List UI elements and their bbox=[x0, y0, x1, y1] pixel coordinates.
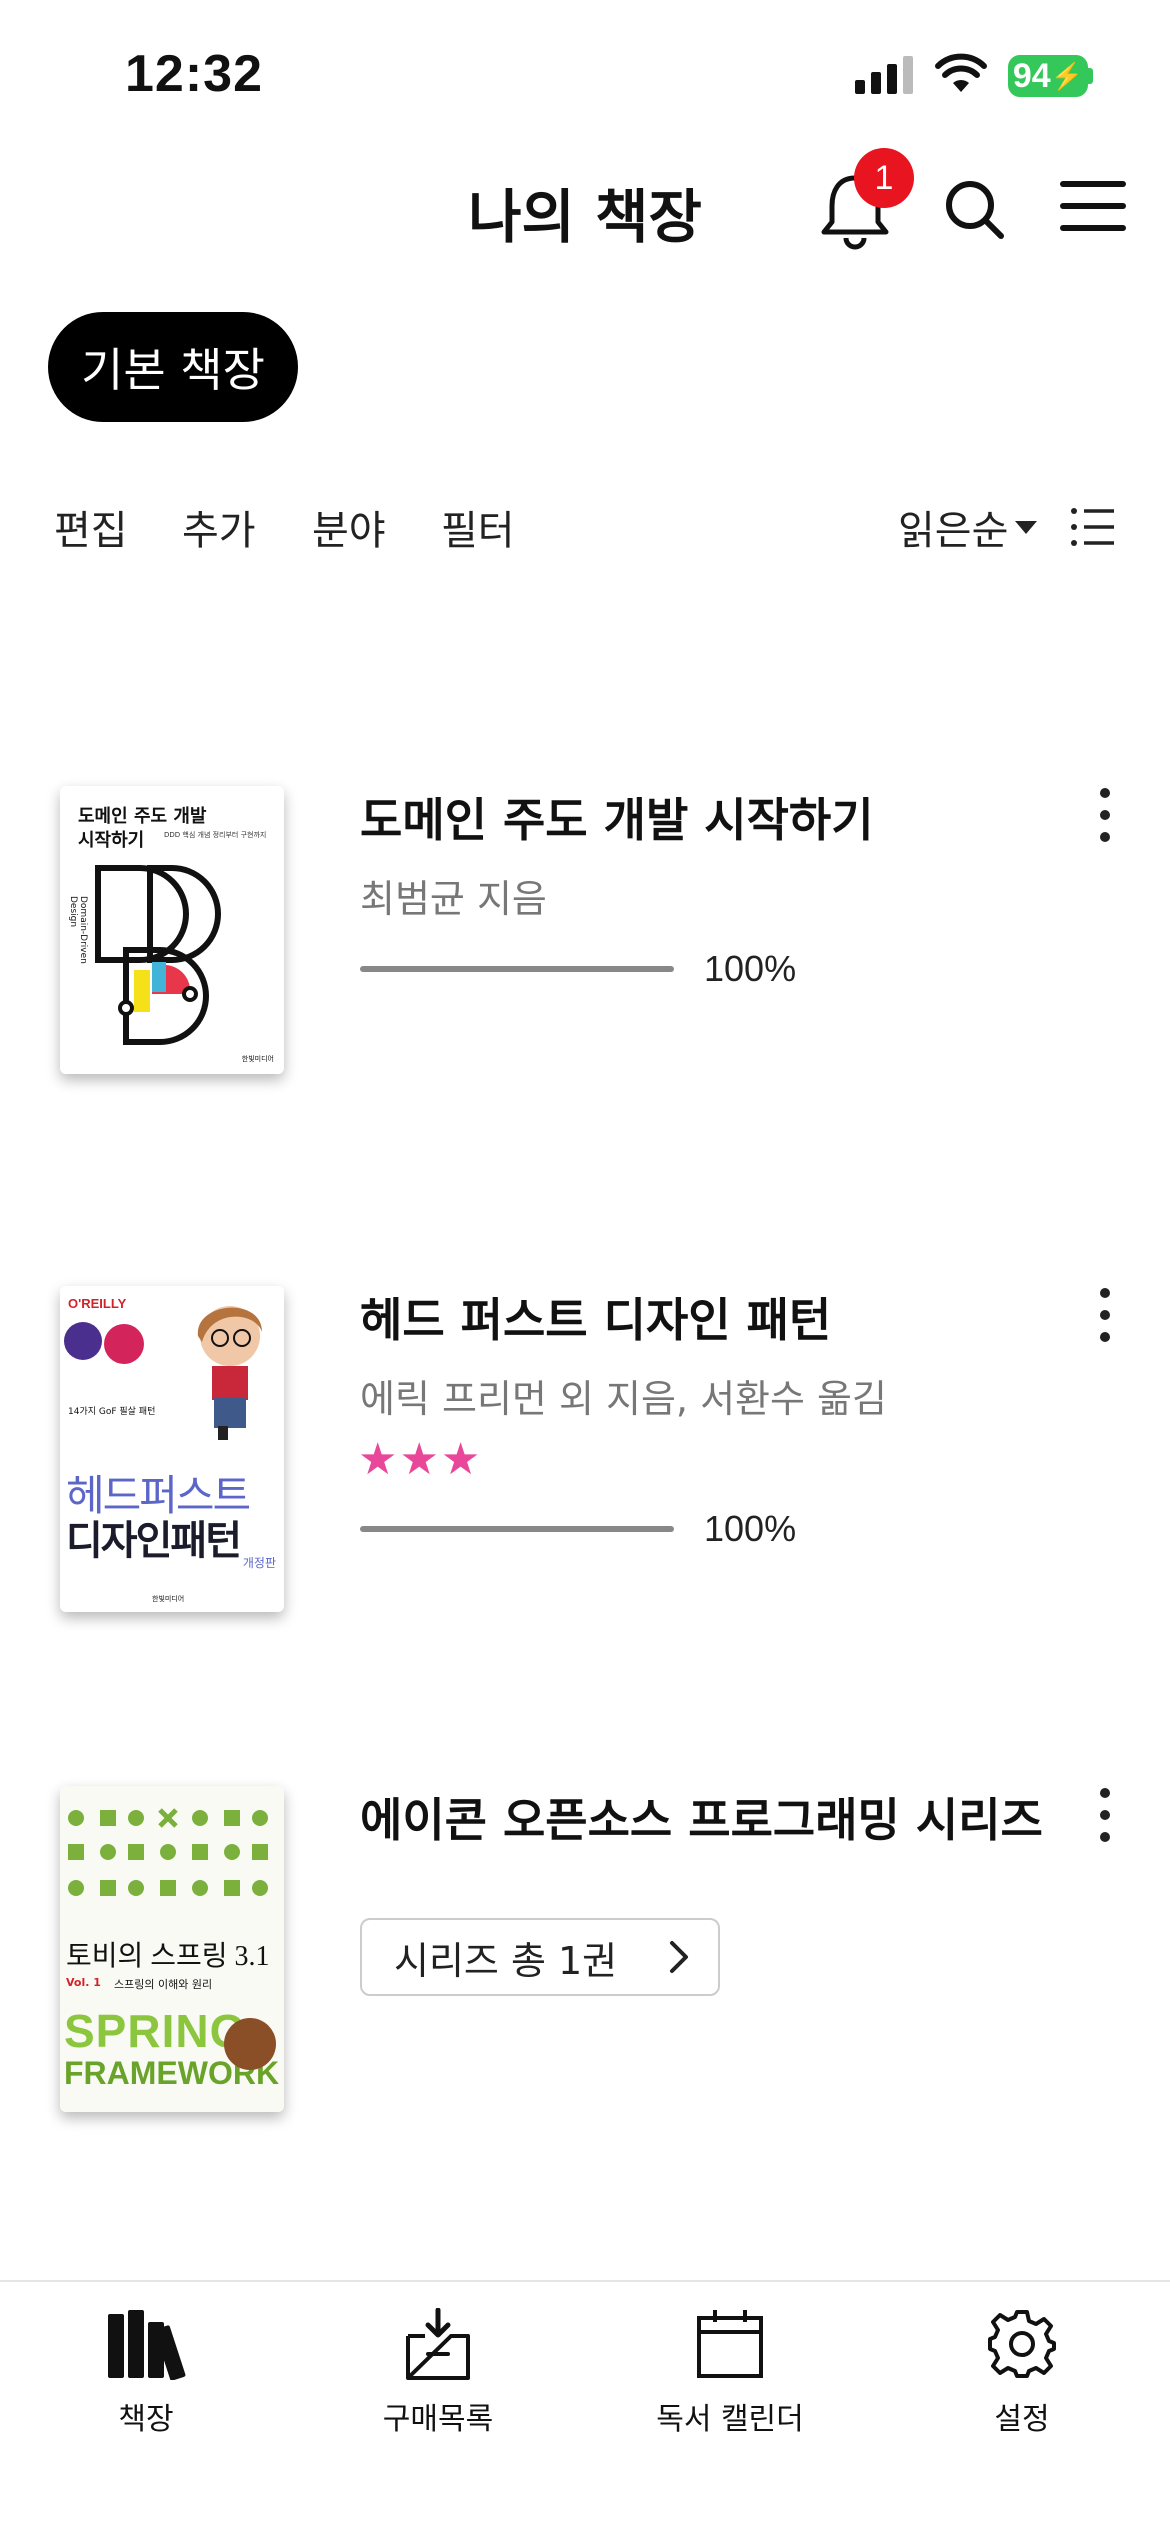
category-button[interactable]: 분야 bbox=[312, 498, 386, 556]
cover-tagline: 14가지 GoF 필살 패턴 bbox=[68, 1407, 156, 1417]
cover-title-line2: 디자인패턴 bbox=[66, 1518, 242, 1564]
cover-spine-text: Domain-Driven Design bbox=[68, 896, 88, 964]
shelf-selector-button[interactable]: 기본 책장 bbox=[48, 312, 298, 422]
series-title[interactable]: 에이콘 오픈소스 프로그래밍 시리즈 bbox=[360, 1784, 1043, 1850]
series-count-label: 시리즈 총 1권 bbox=[394, 1938, 618, 1983]
sort-dropdown[interactable]: 읽은순 bbox=[898, 498, 1008, 556]
bookshelf-icon bbox=[108, 2310, 186, 2380]
progress-fill bbox=[360, 1526, 674, 1532]
book-title[interactable]: 헤드 퍼스트 디자인 패턴 bbox=[360, 1284, 831, 1350]
reading-progress-bar bbox=[360, 1526, 674, 1532]
progress-fill bbox=[360, 966, 674, 972]
battery-tip bbox=[1088, 68, 1093, 84]
cover-title: 토비의 스프링 3.1 bbox=[66, 1941, 270, 1972]
reading-progress-bar bbox=[360, 966, 674, 972]
cover-vol-subtitle: 스프링의 이해와 원리 bbox=[114, 1978, 213, 1991]
gear-icon bbox=[988, 2310, 1056, 2378]
book-cover-ddd[interactable]: 도메인 주도 개발 시작하기 DDD 핵심 개념 정리부터 구현까지 Domai… bbox=[60, 786, 284, 1074]
download-box-icon bbox=[406, 2308, 470, 2380]
filter-button[interactable]: 필터 bbox=[441, 498, 515, 556]
cover-character-illustration bbox=[197, 1306, 262, 1440]
wifi-icon bbox=[935, 53, 987, 92]
more-options-icon[interactable] bbox=[1100, 788, 1112, 854]
list-view-icon[interactable] bbox=[1070, 506, 1116, 548]
book-title[interactable]: 도메인 주도 개발 시작하기 bbox=[360, 784, 874, 850]
calendar-icon bbox=[697, 2310, 763, 2378]
cover-title-line2: 시작하기 bbox=[78, 830, 145, 851]
cover-publisher-logo: O'REILLY bbox=[68, 1296, 127, 1311]
add-button[interactable]: 추가 bbox=[182, 498, 256, 556]
tab-settings[interactable]: 설정 bbox=[922, 2300, 1122, 2438]
cover-subtitle: DDD 핵심 개념 정리부터 구현까지 bbox=[164, 831, 267, 839]
cover-vol: Vol. 1 bbox=[66, 1976, 101, 1989]
progress-percent: 100% bbox=[704, 1508, 797, 1549]
battery-icon: 94 ⚡ bbox=[1008, 55, 1088, 97]
hamburger-menu-icon[interactable] bbox=[1060, 180, 1126, 232]
progress-percent: 100% bbox=[704, 948, 797, 989]
tab-label: 설정 bbox=[994, 2402, 1050, 2437]
cover-sticker bbox=[224, 2018, 276, 2070]
cover-edition: 개정판 bbox=[242, 1556, 276, 1570]
cover-badge-pink bbox=[104, 1324, 144, 1364]
notification-badge: 1 bbox=[854, 148, 914, 208]
cover-publisher: 한빛미디어 bbox=[152, 1595, 185, 1603]
battery-level: 94 bbox=[1012, 56, 1051, 95]
tab-label: 구매목록 bbox=[382, 2402, 494, 2437]
search-icon[interactable] bbox=[943, 178, 1005, 240]
cover-title-line1: 도메인 주도 개발 bbox=[78, 806, 207, 827]
cover-publisher: 한빛미디어 bbox=[241, 1055, 274, 1063]
chevron-right-icon bbox=[670, 1941, 688, 1973]
series-count-button[interactable]: 시리즈 총 1권 bbox=[360, 1918, 720, 1996]
tab-bookshelf[interactable]: 책장 bbox=[46, 2300, 246, 2438]
book-cover-spring[interactable]: 토비의 스프링 3.1 Vol. 1 스프링의 이해와 원리 SPRING FR… bbox=[60, 1786, 284, 2112]
cellular-signal-icon bbox=[855, 54, 915, 94]
tab-purchases[interactable]: 구매목록 bbox=[338, 2300, 538, 2438]
cover-pattern-art bbox=[68, 1808, 268, 1896]
book-author: 에릭 프리먼 외 지음, 서환수 옮김 bbox=[360, 1377, 887, 1421]
edit-button[interactable]: 편집 bbox=[54, 498, 128, 556]
more-options-icon[interactable] bbox=[1100, 1288, 1112, 1354]
status-time: 12:32 bbox=[125, 45, 263, 103]
tab-label: 책장 bbox=[118, 2402, 174, 2437]
cover-badge-purple bbox=[64, 1322, 102, 1360]
book-cover-headfirst[interactable]: O'REILLY 14가지 GoF 필살 패턴 헤드퍼스트 디자인패턴 개정판 … bbox=[60, 1286, 284, 1612]
cover-logo-line1: SPRING bbox=[64, 2005, 247, 2057]
rating-stars: ★★★ bbox=[358, 1434, 483, 1485]
ddd-cover-art bbox=[95, 865, 221, 1045]
tab-reading-calendar[interactable]: 독서 캘린더 bbox=[630, 2300, 830, 2438]
more-options-icon[interactable] bbox=[1100, 1788, 1112, 1854]
caret-down-icon bbox=[1015, 521, 1037, 534]
tab-label: 독서 캘린더 bbox=[656, 2402, 804, 2437]
book-author: 최범균 지음 bbox=[360, 877, 547, 921]
